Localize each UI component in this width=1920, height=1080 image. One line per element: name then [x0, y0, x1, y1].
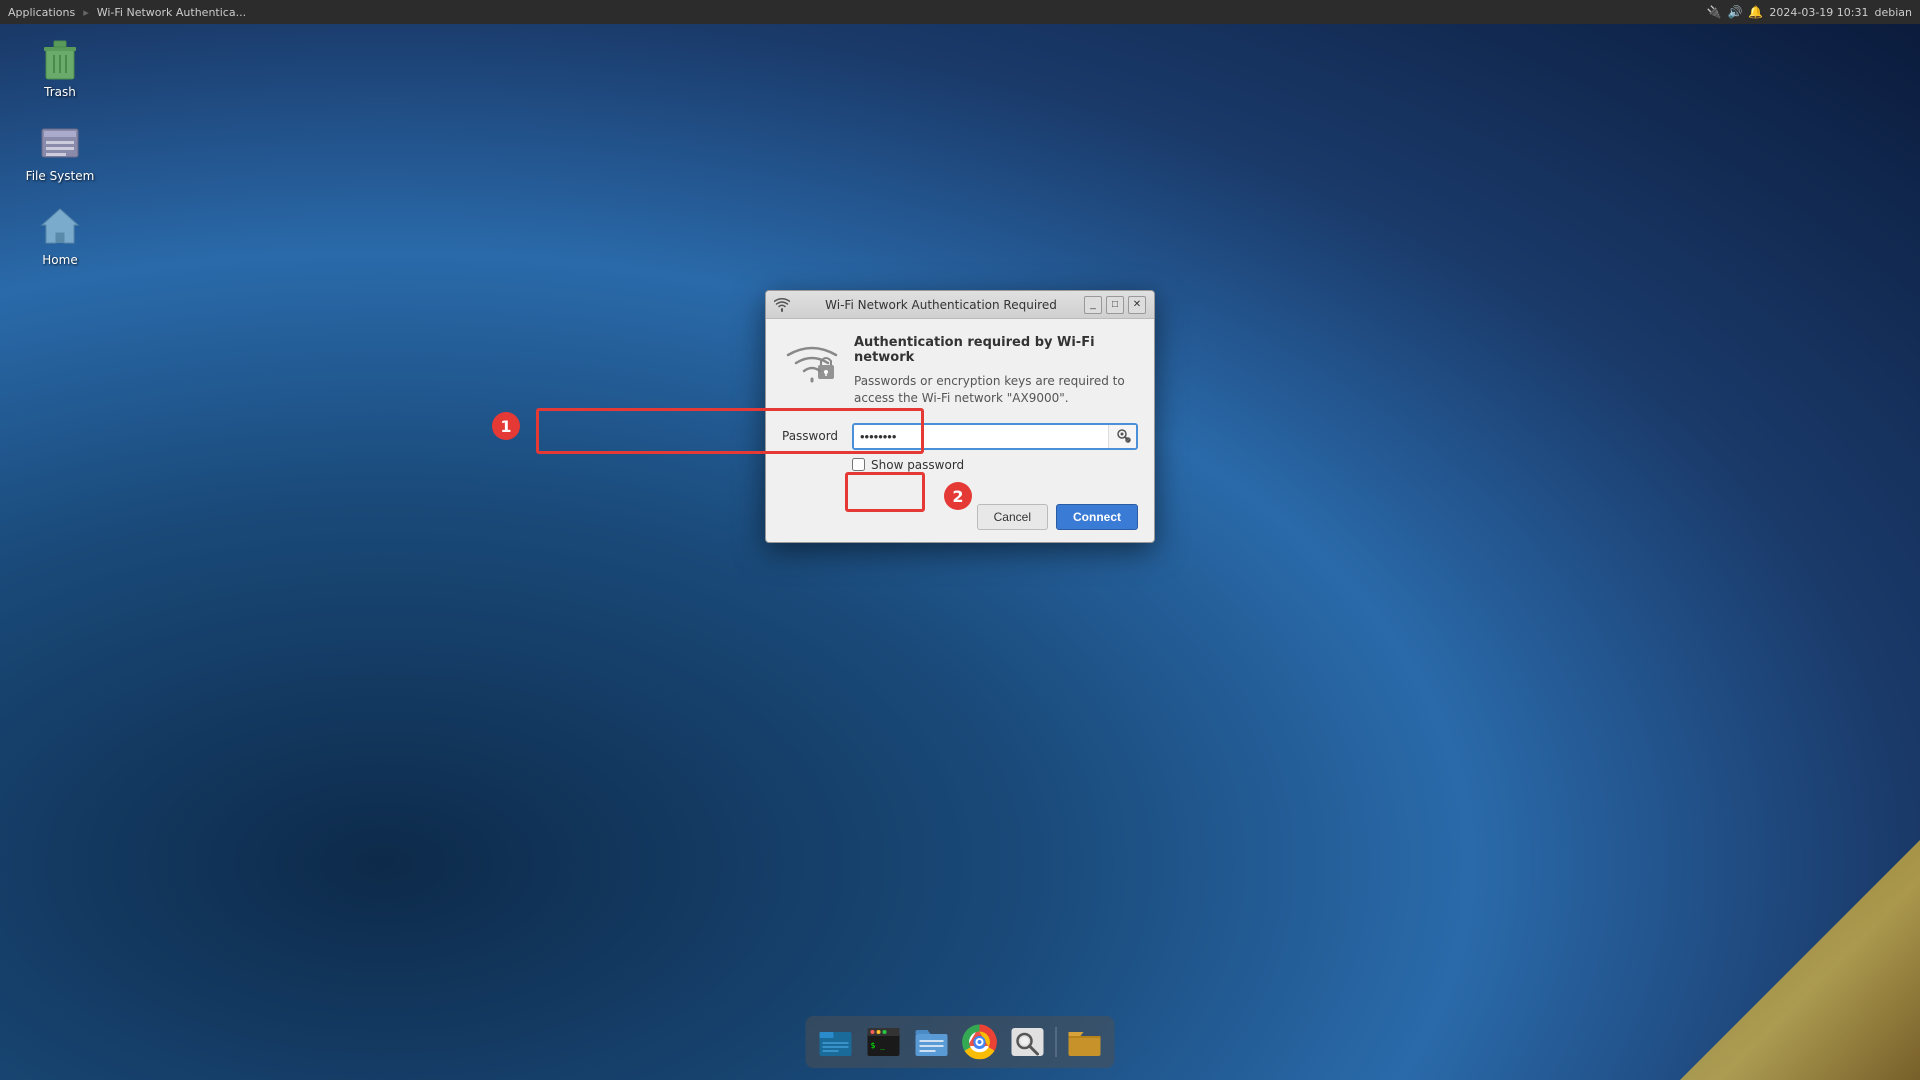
wifi-auth-dialog: Wi-Fi Network Authentication Required _ …: [765, 290, 1155, 543]
show-password-label: Show password: [871, 458, 964, 472]
network-icon[interactable]: 🔌: [1707, 5, 1722, 19]
taskbar: Applications ▸ Wi-Fi Network Authentica.…: [0, 0, 1920, 24]
home-icon: [36, 203, 84, 251]
password-input-wrapper: [852, 423, 1138, 450]
dialog-wifi-small-icon: [774, 297, 790, 313]
dock-item-chrome[interactable]: [958, 1020, 1002, 1064]
desktop-icon-trash[interactable]: Trash: [20, 35, 100, 99]
applications-menu[interactable]: Applications: [0, 6, 83, 19]
dialog-footer: Cancel Connect: [766, 496, 1154, 542]
dialog-close-button[interactable]: ✕: [1128, 296, 1146, 314]
dialog-description: Passwords or encryption keys are require…: [854, 373, 1138, 407]
cancel-button[interactable]: Cancel: [977, 504, 1048, 530]
show-password-row: Show password: [852, 458, 1138, 472]
annotation-badge-1: 1: [492, 412, 520, 440]
dialog-maximize-button[interactable]: □: [1106, 296, 1124, 314]
dock-item-folder[interactable]: [1063, 1020, 1107, 1064]
dialog-window-controls: _ □ ✕: [1084, 296, 1146, 314]
notifications-icon[interactable]: 🔔: [1748, 5, 1763, 19]
dialog-wifi-icon: [782, 335, 842, 395]
password-keyring-button[interactable]: [1108, 425, 1136, 448]
dialog-text-area: Authentication required by Wi-Fi network…: [854, 335, 1138, 407]
password-label: Password: [782, 429, 852, 443]
dock-item-terminal[interactable]: $ _: [862, 1020, 906, 1064]
taskbar-right: 🔌 🔊 🔔 2024-03-19 10:31 debian: [1707, 5, 1920, 19]
dialog-overlay: Wi-Fi Network Authentication Required _ …: [0, 0, 1920, 1080]
dock-item-files[interactable]: [910, 1020, 954, 1064]
password-input[interactable]: [854, 425, 1108, 448]
connect-button[interactable]: Connect: [1056, 504, 1138, 530]
volume-icon[interactable]: 🔊: [1727, 5, 1742, 19]
show-password-checkbox[interactable]: [852, 458, 865, 471]
dock: $ _: [806, 1016, 1115, 1068]
dialog-titlebar: Wi-Fi Network Authentication Required _ …: [766, 291, 1154, 319]
trash-label: Trash: [44, 85, 76, 99]
desktop: Applications ▸ Wi-Fi Network Authentica.…: [0, 0, 1920, 1080]
datetime-label: 2024-03-19 10:31: [1769, 6, 1868, 19]
dialog-content: Authentication required by Wi-Fi network…: [766, 319, 1154, 423]
trash-icon: [36, 35, 84, 83]
desktop-icon-home[interactable]: Home: [20, 203, 100, 267]
dialog-title: Wi-Fi Network Authentication Required: [798, 298, 1084, 312]
filesystem-label: File System: [26, 169, 95, 183]
dialog-minimize-button[interactable]: _: [1084, 296, 1102, 314]
dialog-form: Password: [766, 423, 1154, 496]
filesystem-icon: [36, 119, 84, 167]
home-label: Home: [42, 253, 77, 267]
desktop-icons-area: Trash File System: [20, 35, 100, 267]
dock-item-file-manager[interactable]: [814, 1020, 858, 1064]
desktop-icon-filesystem[interactable]: File System: [20, 119, 100, 183]
os-label: debian: [1874, 6, 1912, 19]
svg-text:$ _: $ _: [871, 1041, 886, 1050]
dock-item-search[interactable]: [1006, 1020, 1050, 1064]
password-row: Password: [782, 423, 1138, 450]
taskbar-window-title[interactable]: Wi-Fi Network Authentica...: [89, 6, 254, 19]
dialog-heading: Authentication required by Wi-Fi network: [854, 335, 1138, 365]
dock-separator: [1056, 1027, 1057, 1057]
